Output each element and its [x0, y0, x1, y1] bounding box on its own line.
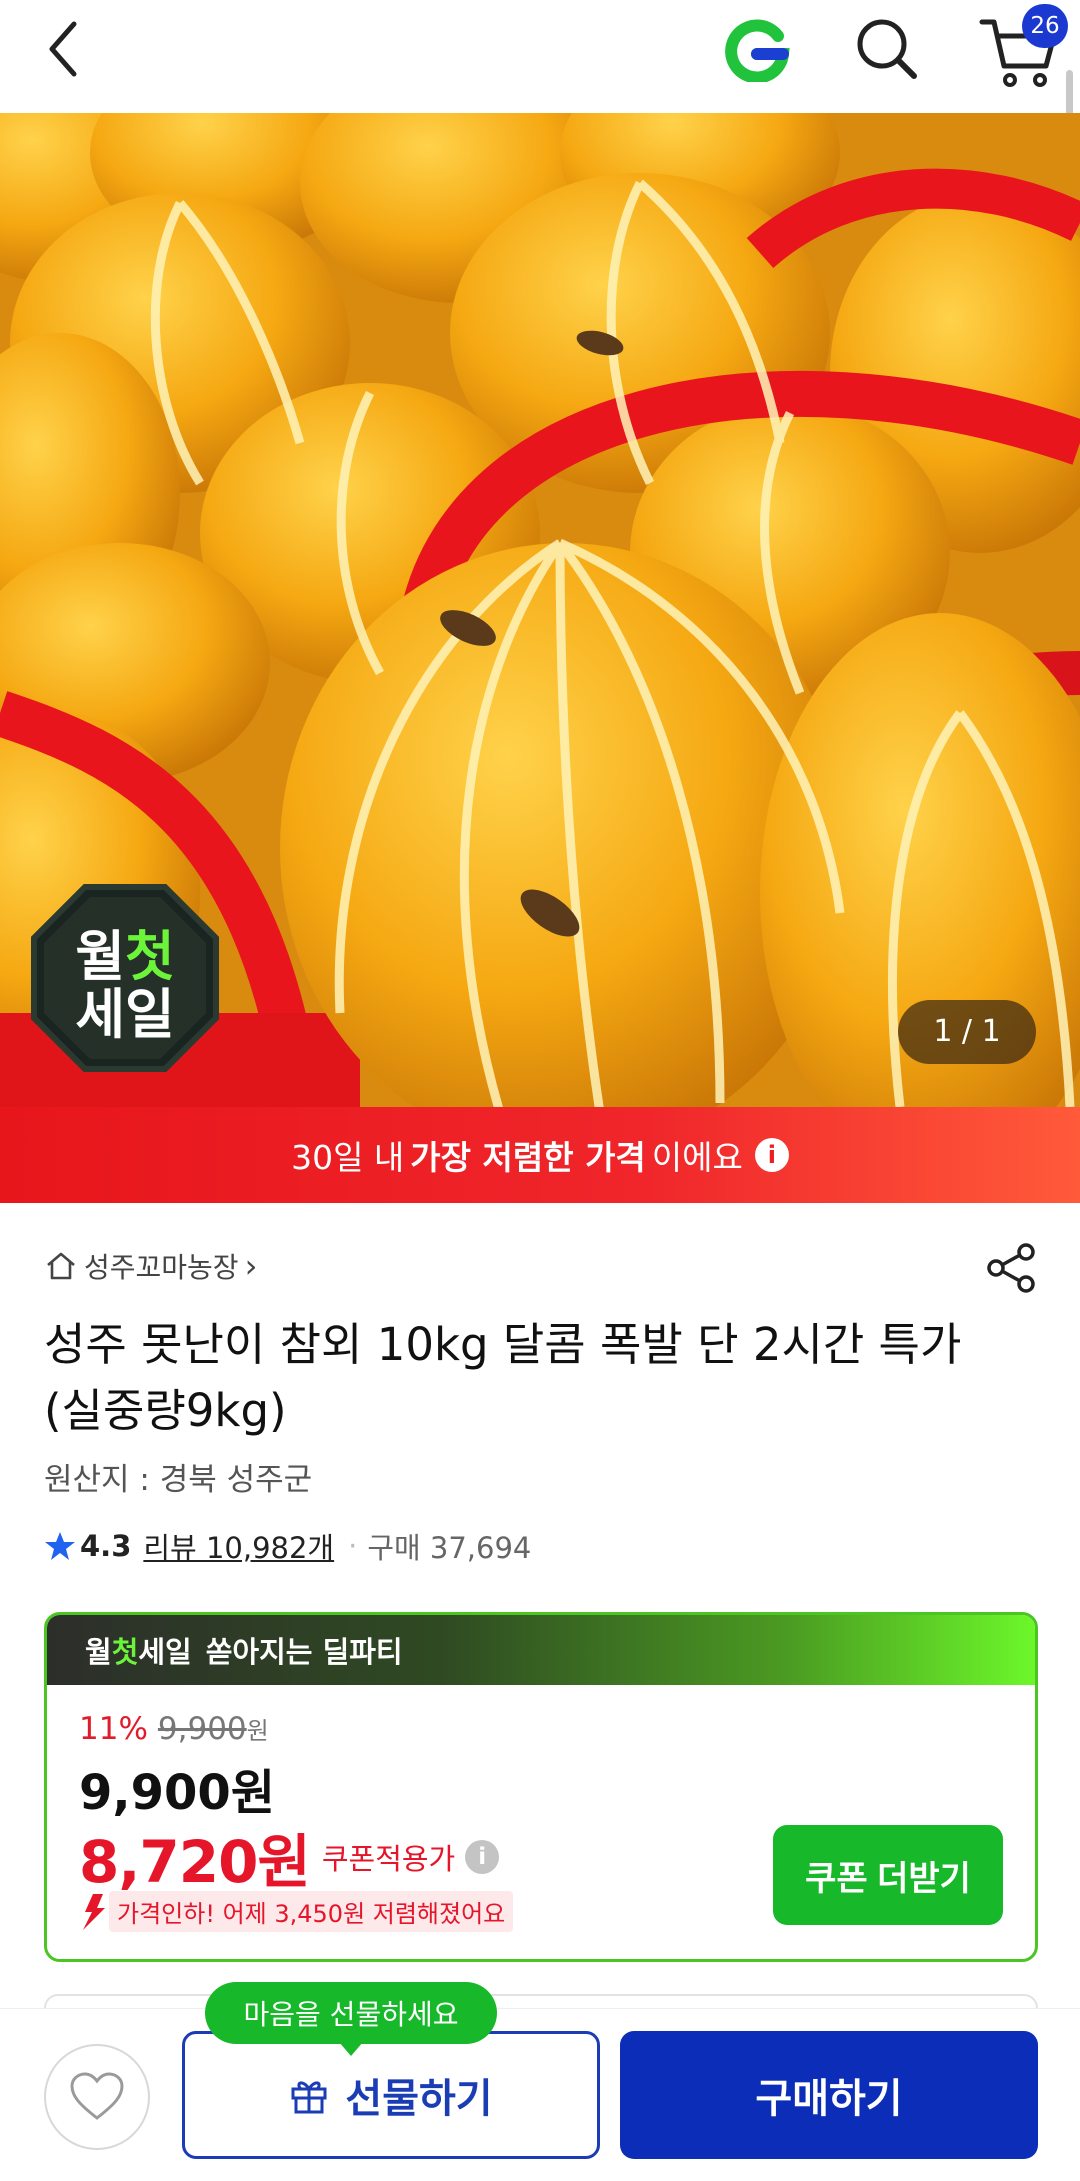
lowest-price-banner[interactable]: 30일 내 가장 저렴한 가격 이에요 i [0, 1107, 1080, 1203]
deal-headline: 쏟아지는 딜파티 [205, 1635, 403, 1669]
chevron-right-icon: › [244, 1247, 258, 1285]
heart-icon [70, 2072, 124, 2120]
chevron-left-icon [49, 21, 77, 77]
purchase-count: 구매 37,694 [367, 1531, 532, 1565]
image-page-indicator: 1 / 1 [898, 1000, 1036, 1064]
top-app-bar: 26 [0, 0, 1080, 126]
svg-text:월첫: 월첫 [75, 925, 174, 988]
wishlist-button[interactable] [44, 2044, 150, 2150]
share-button[interactable] [984, 1240, 1040, 1296]
original-price-row: 11% 9,900 원 [79, 1711, 269, 1747]
banner-suffix: 이에요 [651, 1138, 743, 1177]
price-down-arrow-icon [83, 1893, 105, 1930]
info-icon[interactable]: i [754, 1138, 789, 1172]
buy-button[interactable]: 구매하기 [620, 2031, 1038, 2159]
rating-score: 4.3 [80, 1529, 132, 1563]
star-icon [45, 1532, 75, 1560]
shop-name: 성주꼬마농장 [84, 1251, 239, 1284]
search-icon [857, 19, 917, 79]
banner-prefix: 30일 내 [291, 1138, 405, 1177]
g-logo-icon[interactable] [724, 16, 790, 84]
coupon-price-label: 쿠폰적용가 [321, 1842, 456, 1876]
price-drop-notice: 가격인하! 어제 3,450원 저렴해졌어요 [79, 1891, 514, 1932]
cart-count-badge: 26 [1022, 4, 1068, 48]
svg-text:세일: 세일 [75, 983, 174, 1046]
sale-event-badge: 월첫 세일 [30, 883, 220, 1073]
product-origin: 원산지 : 경북 성주군 [44, 1462, 313, 1498]
home-icon [47, 1252, 75, 1280]
discount-rate: 11% [79, 1711, 148, 1747]
gift-button-label: 선물하기 [345, 2076, 493, 2122]
gift-tooltip: 마음을 선물하세요 [205, 1982, 497, 2056]
gift-icon [291, 2081, 327, 2114]
shop-link[interactable]: 성주꼬마농장 › [44, 1245, 257, 1287]
product-image[interactable]: 월첫 세일 1 / 1 [0, 113, 1080, 1107]
deal-header: 월첫세일 쏟아지는 딜파티 [47, 1615, 1035, 1685]
coupon-info-icon[interactable]: i [465, 1840, 500, 1874]
product-title: 성주 못난이 참외 10kg 달콤 폭발 단 2시간 특가 (실중량9kg) [44, 1318, 962, 1437]
back-button[interactable] [40, 14, 90, 84]
rating-row: 4.3 리뷰 10,982개 · 구매 37,694 [44, 1524, 531, 1568]
reviews-link[interactable]: 리뷰 10,982개 [143, 1525, 334, 1567]
separator: · [348, 1529, 358, 1563]
deal-brand: 월첫세일 [85, 1635, 192, 1669]
deal-price-box: 월첫세일 쏟아지는 딜파티 11% 9,900 원 9,900원 8,720원 … [44, 1612, 1038, 1962]
coupon-price: 8,720원 [79, 1828, 311, 1896]
price-drop-text: 가격인하! 어제 3,450원 저렴해졌어요 [109, 1891, 514, 1932]
gift-button[interactable]: 선물하기 [182, 2031, 600, 2159]
sale-price: 9,900원 [79, 1765, 275, 1821]
original-price-unit: 원 [246, 1717, 269, 1745]
banner-highlight: 가장 저렴한 가격 [410, 1138, 646, 1177]
share-icon [987, 1243, 1035, 1293]
original-price: 9,900 [157, 1711, 247, 1747]
get-more-coupons-button[interactable]: 쿠폰 더받기 [773, 1825, 1003, 1925]
search-button[interactable] [852, 14, 922, 84]
coupon-price-row: 8,720원 쿠폰적용가 i [79, 1815, 500, 1899]
